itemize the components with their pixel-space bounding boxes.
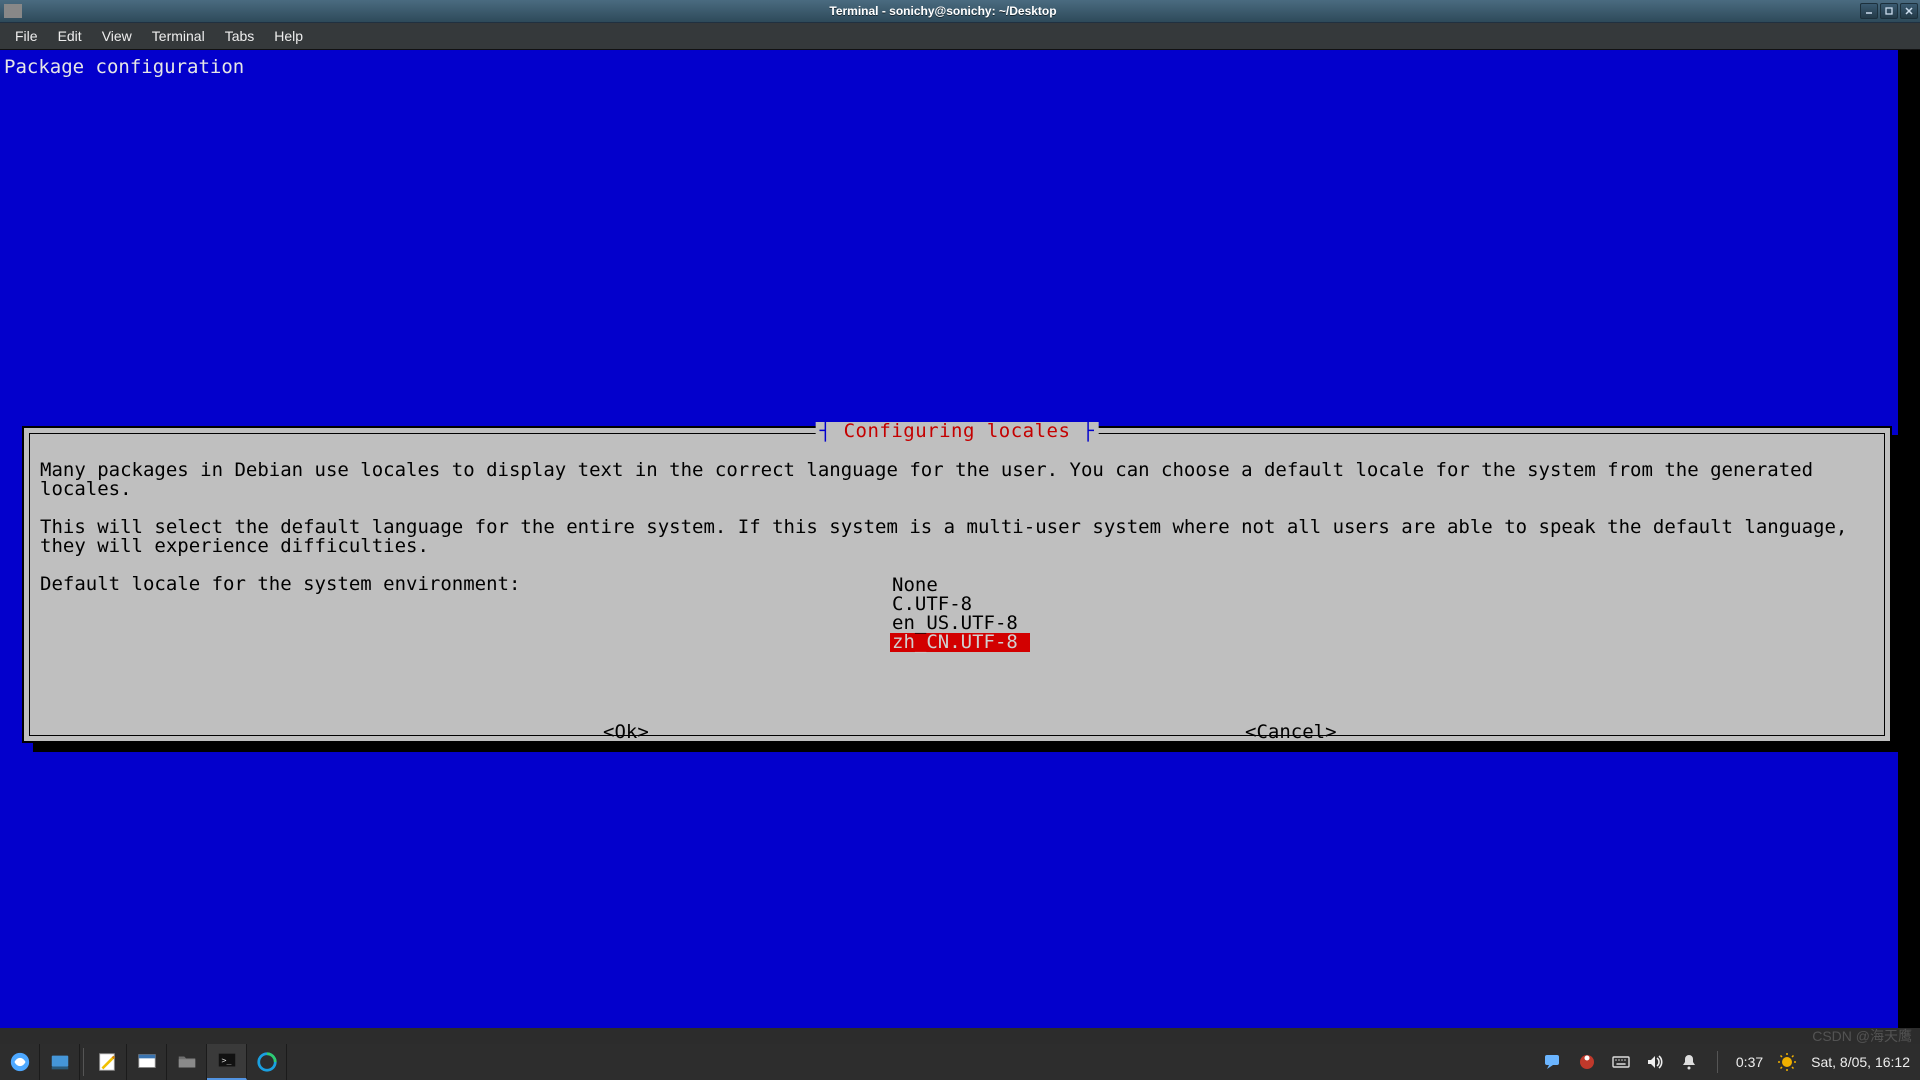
taskbar-separator	[83, 1048, 84, 1076]
locale-options-list[interactable]: None C.UTF-8 en_US.UTF-8 zh_CN.UTF-8	[890, 576, 1030, 652]
menu-edit[interactable]: Edit	[48, 25, 92, 47]
clock-date[interactable]: Sat, 8/05, 16:12	[1811, 1054, 1910, 1070]
svg-text:>_: >_	[221, 1055, 231, 1065]
dialog-inner: ┤ Configuring locales ├ Many packages in…	[29, 433, 1885, 736]
dialog-title: ┤ Configuring locales ├	[816, 422, 1099, 441]
window-title: Terminal - sonichy@sonichy: ~/Desktop	[26, 4, 1860, 18]
keyboard-tray-icon[interactable]	[1611, 1052, 1631, 1072]
chat-tray-icon[interactable]	[1543, 1052, 1563, 1072]
window-buttons	[1860, 3, 1918, 19]
start-menu-button[interactable]	[0, 1044, 40, 1080]
weather-tray-icon[interactable]	[1777, 1052, 1797, 1072]
system-tray: 0:37 Sat, 8/05, 16:12	[1543, 1044, 1920, 1080]
clock-time[interactable]: 0:37	[1736, 1054, 1763, 1070]
terminal-menubar: File Edit View Terminal Tabs Help	[0, 23, 1920, 50]
terminal-launcher[interactable]: >_	[207, 1044, 247, 1080]
config-dialog: ┤ Configuring locales ├ Many packages in…	[22, 426, 1892, 743]
volume-tray-icon[interactable]	[1645, 1052, 1665, 1072]
terminal-header-text: Package configuration	[4, 58, 244, 77]
watermark-text: CSDN @海天鹰	[1812, 1026, 1912, 1046]
update-tray-icon[interactable]	[1577, 1052, 1597, 1072]
dialog-body-line3: Default locale for the system environmen…	[40, 573, 520, 595]
cancel-button[interactable]: <Cancel>	[1245, 723, 1337, 742]
text-editor-launcher[interactable]	[87, 1044, 127, 1080]
ok-button[interactable]: <Ok>	[603, 723, 649, 742]
notification-tray-icon[interactable]	[1679, 1052, 1699, 1072]
maximize-button[interactable]	[1880, 3, 1898, 19]
browser-launcher[interactable]	[247, 1044, 287, 1080]
taskbar-launchers: >_	[0, 1044, 287, 1080]
dialog-title-text: Configuring locales	[844, 420, 1071, 442]
menu-file[interactable]: File	[5, 25, 48, 47]
dialog-body-line2: This will select the default language fo…	[40, 516, 1859, 557]
tray-separator	[1717, 1051, 1718, 1073]
taskbar: >_ 0:37 Sat, 8/05, 16:12	[0, 1044, 1920, 1080]
window-appicon	[4, 4, 22, 18]
window-titlebar: Terminal - sonichy@sonichy: ~/Desktop	[0, 0, 1920, 23]
terminal-area[interactable]: Package configuration ┤ Configuring loca…	[0, 50, 1920, 1028]
window-launcher[interactable]	[127, 1044, 167, 1080]
close-button[interactable]	[1900, 3, 1918, 19]
minimize-button[interactable]	[1860, 3, 1878, 19]
menu-terminal[interactable]: Terminal	[142, 25, 215, 47]
dialog-body-line1: Many packages in Debian use locales to d…	[40, 459, 1825, 500]
locale-option-zh-cn[interactable]: zh_CN.UTF-8	[890, 633, 1030, 652]
menu-help[interactable]: Help	[264, 25, 313, 47]
file-manager-launcher[interactable]	[167, 1044, 207, 1080]
menu-tabs[interactable]: Tabs	[215, 25, 265, 47]
show-desktop-button[interactable]	[40, 1044, 80, 1080]
menu-view[interactable]: View	[92, 25, 142, 47]
